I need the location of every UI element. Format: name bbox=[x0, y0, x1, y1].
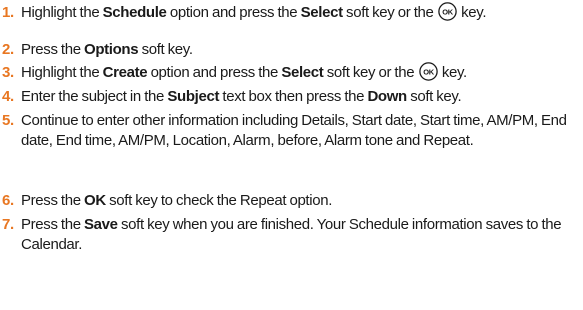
step-text-run: soft key. bbox=[138, 41, 193, 58]
step-text-run: key. bbox=[457, 4, 487, 21]
bold-term: Options bbox=[84, 41, 139, 58]
bold-term: Subject bbox=[167, 88, 220, 105]
bold-term: Select bbox=[281, 64, 324, 81]
step-6: 6. Press the OK soft key to check the Rep… bbox=[0, 191, 579, 211]
step-text-run: Highlight the bbox=[21, 4, 103, 21]
step-number: 3. bbox=[2, 64, 14, 81]
step-text-run: option and press the bbox=[147, 64, 282, 81]
step-text-run: key. bbox=[438, 64, 467, 81]
step-number: 2. bbox=[2, 41, 14, 58]
step-text: Press the Options soft key. bbox=[21, 41, 193, 58]
ok-key-icon: OK bbox=[438, 2, 457, 21]
step-text-run: Press the bbox=[21, 41, 85, 58]
step-text-run: Highlight the bbox=[21, 64, 103, 81]
step-5: 5. Continue to enter other information in… bbox=[0, 111, 579, 151]
step-text-run: Press the bbox=[21, 216, 85, 233]
step-1: 1. Highlight the Schedule option and pres… bbox=[0, 2, 579, 23]
bold-term: OK bbox=[84, 192, 106, 209]
step-number: 6. bbox=[2, 192, 14, 209]
step-4: 4. Enter the subject in the Subject text … bbox=[0, 87, 579, 107]
step-text: Continue to enter other information incl… bbox=[21, 112, 567, 149]
svg-text:OK: OK bbox=[442, 7, 453, 16]
step-text: Enter the subject in the Subject text bo… bbox=[21, 88, 462, 105]
step-text-run: Press the bbox=[21, 192, 85, 209]
step-text-run: soft key or the bbox=[323, 64, 418, 81]
bold-term: Create bbox=[102, 64, 148, 81]
step-text-run: option and press the bbox=[166, 4, 301, 21]
step-number: 1. bbox=[2, 4, 14, 21]
step-text-run: Enter the subject in the bbox=[21, 88, 168, 105]
step-text-run: soft key to check the Repeat option. bbox=[105, 192, 333, 209]
ok-key-icon: OK bbox=[418, 62, 438, 81]
step-7: 7. Press the Save soft key when you are f… bbox=[0, 215, 579, 255]
step-text: Press the Save soft key when you are fin… bbox=[21, 216, 562, 253]
bold-term: Schedule bbox=[102, 4, 167, 21]
step-text: Press the OK soft key to check the Repea… bbox=[21, 192, 332, 209]
step-number: 5. bbox=[2, 112, 14, 129]
step-number: 4. bbox=[2, 88, 14, 105]
step-text-run: Continue to enter other information incl… bbox=[21, 112, 567, 149]
bold-term: Save bbox=[84, 216, 118, 233]
step-text: Highlight the Schedule option and press … bbox=[21, 2, 487, 21]
step-number: 7. bbox=[2, 216, 14, 233]
bold-term: Select bbox=[300, 4, 343, 21]
step-3: 3. Highlight the Create option and press … bbox=[0, 62, 579, 83]
step-text-run: text box then press the bbox=[219, 88, 368, 105]
svg-text:OK: OK bbox=[423, 67, 434, 76]
bold-term: Down bbox=[367, 88, 407, 105]
step-text-run: soft key or the bbox=[342, 4, 437, 21]
step-text-run: soft key. bbox=[406, 88, 462, 105]
step-2: 2. Press the Options soft key. bbox=[0, 40, 579, 60]
step-text: Highlight the Create option and press th… bbox=[21, 62, 467, 81]
